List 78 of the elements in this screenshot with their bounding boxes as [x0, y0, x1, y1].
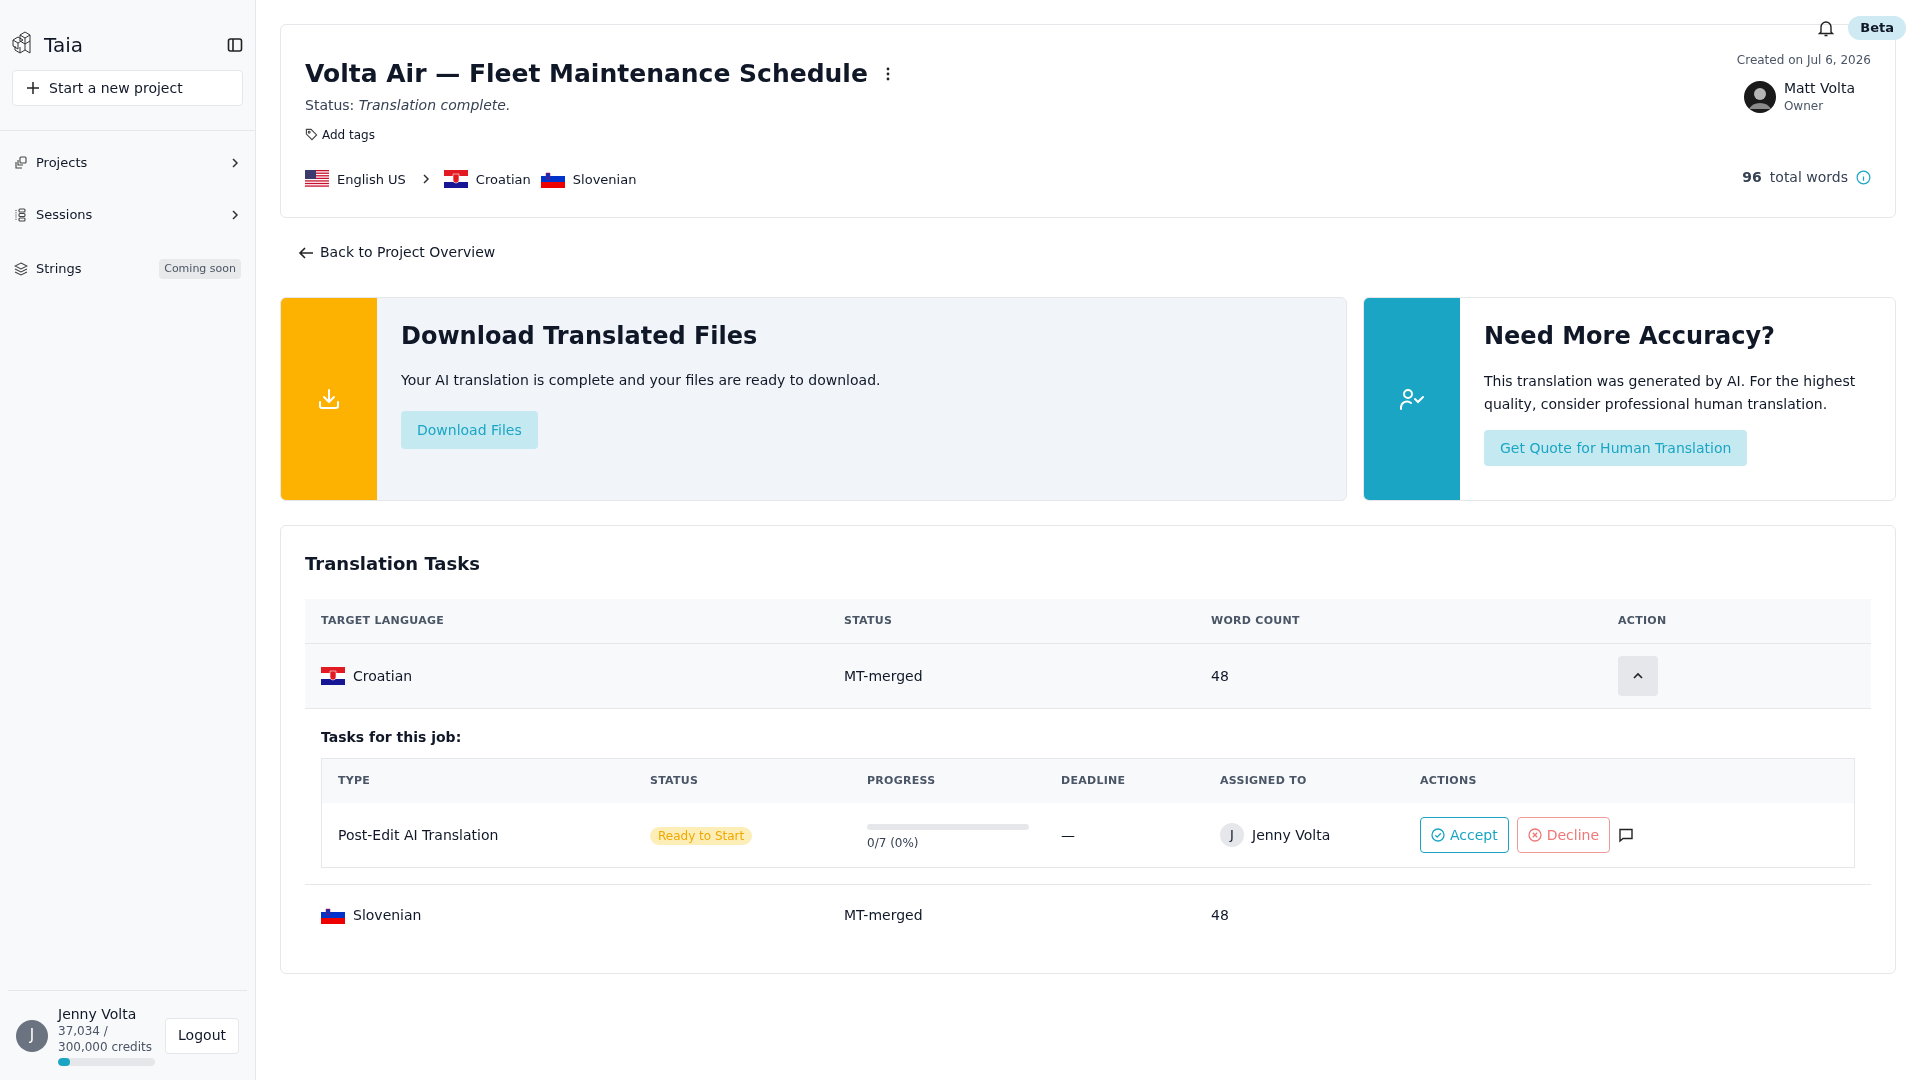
column-header: TARGET LANGUAGE: [321, 612, 446, 629]
check-circle-icon: [1431, 828, 1445, 842]
sidebar-item[interactable]: Projects: [14, 137, 241, 189]
flag-icon: [321, 906, 345, 924]
subsection-title: Tasks for this job:: [321, 728, 463, 747]
card-title: Need More Accuracy?: [1484, 321, 1776, 352]
column-header: ASSIGNED TO: [1220, 772, 1308, 789]
table-cell-text: MT-merged: [844, 666, 924, 686]
new-project-button[interactable]: Start a new project: [12, 70, 243, 106]
table-cell-text: 48: [1211, 905, 1230, 925]
sidebar-item-label: Sessions: [36, 206, 94, 225]
total-words-label: total words: [1769, 168, 1848, 187]
download-icon: [317, 387, 341, 411]
chevron-right-icon: [229, 157, 241, 169]
language-name: Croatian: [353, 666, 413, 686]
column-header: STATUS: [844, 612, 894, 629]
notification-bell-icon[interactable]: [1818, 18, 1835, 37]
language-name: Croatian: [475, 170, 531, 189]
column-header: DEADLINE: [1061, 772, 1127, 789]
info-icon[interactable]: [1856, 170, 1871, 185]
column-header: PROGRESS: [867, 772, 937, 789]
flag-icon: [443, 170, 468, 189]
total-word-count: 96: [1742, 168, 1762, 187]
language-name: Slovenian: [572, 170, 637, 189]
user-check-icon: [1399, 387, 1425, 411]
sidebar-item[interactable]: Sessions: [14, 189, 241, 241]
tag-icon: [305, 128, 318, 141]
column-header: ACTIONS: [1420, 772, 1478, 789]
more-options-icon[interactable]: [885, 66, 890, 81]
chevron-right-icon: [229, 209, 241, 221]
created-date: Created on Jul 6, 2026: [1736, 52, 1871, 69]
sidebar-item[interactable]: Strings Coming soon: [14, 241, 241, 297]
owner-role: Owner: [1783, 98, 1825, 115]
language-name: English US: [337, 170, 406, 189]
beta-badge: Beta: [1848, 16, 1906, 40]
card-description: Your AI translation is complete and your files are ready to download.: [401, 371, 881, 390]
assignee-name: Jenny Volta: [1252, 825, 1331, 845]
column-header: TYPE: [338, 772, 372, 789]
add-tags-button[interactable]: Add tags: [305, 125, 375, 144]
flag-icon: [540, 170, 565, 189]
coming-soon-badge: Coming soon: [159, 258, 241, 280]
project-title: Volta Air — Fleet Maintenance Schedule: [305, 58, 868, 90]
card-description: This translation was generated by AI. For the highest quality, consider professional human translation.: [1484, 372, 1857, 414]
layers-icon: [14, 262, 28, 276]
back-link[interactable]: Back to Project Overview: [298, 242, 496, 263]
arrow-left-icon: [298, 244, 314, 261]
user-avatar: J: [16, 1019, 48, 1052]
progress-text: 0/7 (0%): [867, 835, 920, 852]
flag-icon: [321, 667, 345, 685]
sidebar-item-label: Projects: [36, 154, 89, 173]
plus-icon: [27, 82, 39, 94]
flag-icon: [305, 170, 329, 189]
logout-button[interactable]: Logout: [165, 1017, 239, 1054]
assignee-avatar: J: [1220, 823, 1244, 847]
credits-text: 37,034 / 300,000 credits: [58, 1023, 153, 1055]
card-title: Download Translated Files: [401, 321, 759, 352]
user-name: Jenny Volta: [58, 1005, 138, 1023]
column-header: STATUS: [650, 772, 700, 789]
table-cell-text: 48: [1211, 666, 1230, 686]
owner-name: Matt Volta: [1783, 79, 1855, 97]
table-cell-text: MT-merged: [844, 905, 924, 925]
projects-icon: [14, 156, 28, 170]
x-circle-icon: [1527, 828, 1542, 842]
comment-icon[interactable]: [1618, 827, 1635, 843]
sidebar-item-label: Strings: [36, 260, 83, 279]
sessions-icon: [14, 208, 28, 222]
section-title: Translation Tasks: [305, 552, 481, 576]
column-header: ACTION: [1618, 612, 1668, 629]
project-status: Status: Translation complete.: [305, 95, 512, 115]
owner-avatar: [1743, 81, 1776, 113]
table-cell-text: Post-Edit AI Translation: [338, 825, 500, 845]
sidebar-toggle-icon[interactable]: [227, 37, 243, 53]
language-name: Slovenian: [353, 905, 422, 925]
status-badge: Ready to Start: [650, 826, 753, 845]
table-cell-text: —: [1061, 825, 1076, 845]
column-header: WORD COUNT: [1211, 612, 1301, 629]
table-row[interactable]: Slovenian MT-merged 48: [305, 885, 1871, 945]
brand-name: Taia: [44, 32, 83, 59]
